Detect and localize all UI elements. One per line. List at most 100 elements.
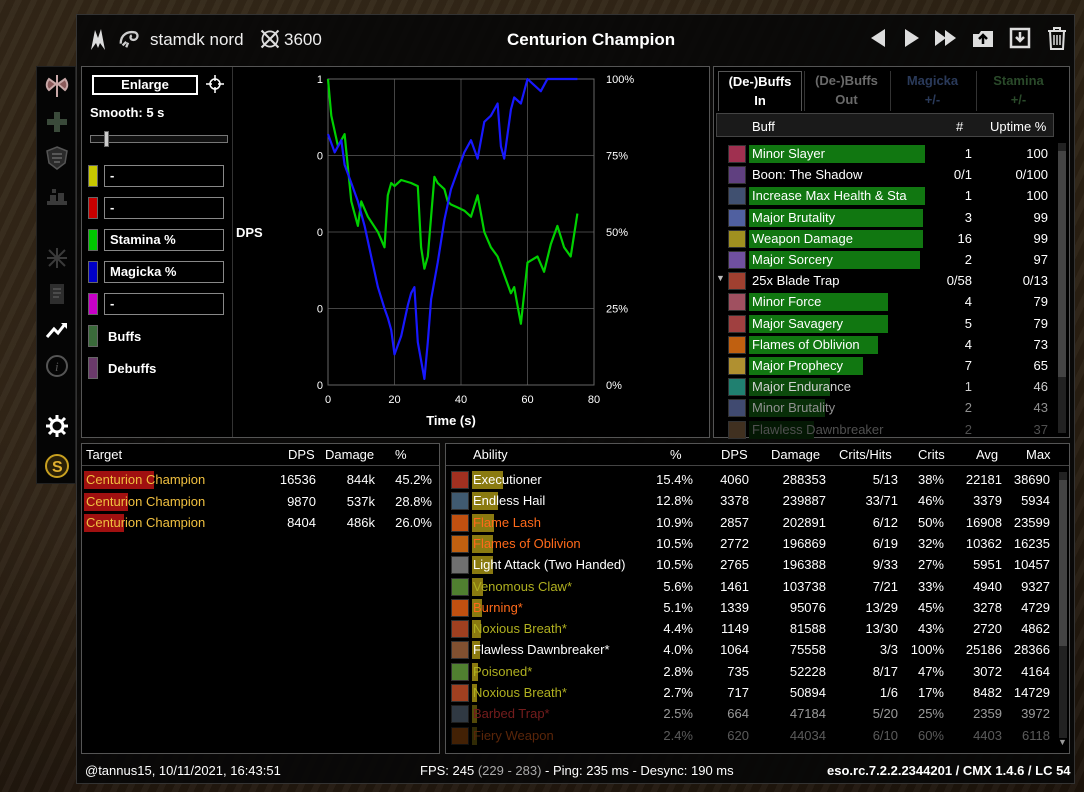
debuff-icon[interactable] bbox=[42, 243, 72, 273]
ability-col-critshits[interactable]: Crits/Hits bbox=[839, 447, 892, 462]
ability-row[interactable]: Barbed Trap* 2.5% 664 47184 5/20 25% 2359 3972 bbox=[446, 704, 1058, 724]
info-icon[interactable]: i bbox=[42, 351, 72, 381]
target-row[interactable]: Centurion Champion 9870 537k 28.8% bbox=[82, 492, 439, 512]
footer-version: eso.rc.7.2.2.2344201 / CMX 1.4.6 / LC 54 bbox=[827, 763, 1071, 778]
series-line-magicka bbox=[326, 77, 578, 380]
buff-row[interactable]: Minor Slayer 1 100 bbox=[714, 144, 1056, 164]
ability-row[interactable]: Fiery Weapon 2.4% 620 44034 6/10 60% 4403 6118 bbox=[446, 726, 1058, 746]
ability-row[interactable]: Poisoned* 2.8% 735 52228 8/17 47% 3072 4164 bbox=[446, 662, 1058, 682]
ability-row[interactable]: Executioner 15.4% 4060 288353 5/13 38% 22181 38… bbox=[446, 470, 1058, 490]
target-col-pct[interactable]: % bbox=[395, 447, 407, 462]
legend-swatch[interactable] bbox=[88, 325, 98, 347]
target-col-dps[interactable]: DPS bbox=[288, 447, 315, 462]
buff-tab-3[interactable]: Stamina +/- bbox=[976, 71, 1060, 111]
legend-series-selector[interactable]: - bbox=[104, 293, 224, 315]
crosshair-icon[interactable] bbox=[206, 75, 224, 93]
ability-row[interactable]: Flawless Dawnbreaker* 4.0% 1064 75558 3/3 100… bbox=[446, 640, 1058, 660]
ability-row[interactable]: Flame Lash 10.9% 2857 202891 6/12 50% 16908 235… bbox=[446, 513, 1058, 533]
buff-col-count[interactable]: # bbox=[956, 119, 963, 134]
shield-icon[interactable] bbox=[42, 143, 72, 173]
buff-row[interactable]: Increase Max Health & Sta 1 100 bbox=[714, 186, 1056, 206]
buff-icon bbox=[728, 229, 746, 248]
buff-row[interactable]: Major Prophecy 7 65 bbox=[714, 356, 1056, 376]
ability-row[interactable]: Light Attack (Two Handed) 10.5% 2765 196388… bbox=[446, 555, 1058, 575]
buff-col-name[interactable]: Buff bbox=[752, 119, 775, 134]
target-row[interactable]: Centurion Champion 16536 844k 45.2% bbox=[82, 470, 439, 490]
legend-swatch[interactable] bbox=[88, 261, 98, 283]
legend-swatch[interactable] bbox=[88, 197, 98, 219]
group-icon[interactable] bbox=[42, 179, 72, 209]
fast-forward-icon[interactable] bbox=[933, 25, 959, 51]
ability-col-dps[interactable]: DPS bbox=[721, 447, 748, 462]
smooth-slider-handle[interactable] bbox=[104, 131, 110, 147]
enlarge-button[interactable]: Enlarge bbox=[92, 75, 198, 95]
ability-col-max[interactable]: Max bbox=[1026, 447, 1051, 462]
buff-tab-0[interactable]: (De-)Buffs In bbox=[718, 71, 802, 111]
ability-row[interactable]: Noxious Breath* 4.4% 1149 81588 13/30 43% 2720… bbox=[446, 619, 1058, 639]
buff-uptime: 65 bbox=[1033, 358, 1048, 373]
ability-row[interactable]: Noxious Breath* 2.7% 717 50894 1/6 17% 8482 147… bbox=[446, 683, 1058, 703]
buff-row[interactable]: Major Endurance 1 46 bbox=[714, 377, 1056, 397]
buff-scrollbar-thumb[interactable] bbox=[1058, 151, 1066, 377]
buff-row[interactable]: Weapon Damage 16 99 bbox=[714, 229, 1056, 249]
target-pct: 28.8% bbox=[395, 493, 432, 509]
ability-dps: 1149 bbox=[721, 621, 749, 637]
buff-name: Minor Slayer bbox=[752, 146, 825, 161]
target-panel: Target DPS Damage % Centurion Champion 16… bbox=[81, 443, 440, 754]
axe-icon[interactable] bbox=[42, 71, 72, 101]
legend-swatch[interactable] bbox=[88, 293, 98, 315]
ability-scrollbar-thumb[interactable] bbox=[1059, 480, 1067, 646]
ability-col-pct[interactable]: % bbox=[670, 447, 682, 462]
legend-swatch[interactable] bbox=[88, 165, 98, 187]
target-col-name[interactable]: Target bbox=[86, 447, 122, 462]
upload-icon[interactable] bbox=[970, 25, 996, 51]
ability-row[interactable]: Burning* 5.1% 1339 95076 13/29 45% 3278 4729 bbox=[446, 598, 1058, 618]
scroll-down-arrow-icon[interactable]: ▼ bbox=[1058, 737, 1067, 747]
buff-row[interactable]: Major Brutality 3 99 bbox=[714, 208, 1056, 228]
buff-row[interactable]: Minor Brutality 2 43 bbox=[714, 398, 1056, 418]
gear-icon[interactable] bbox=[42, 411, 72, 441]
target-row[interactable]: Centurion Champion 8404 486k 26.0% bbox=[82, 513, 439, 533]
legend-series-selector[interactable]: Magicka % bbox=[104, 261, 224, 283]
arrow-left-icon[interactable] bbox=[865, 25, 891, 51]
buff-row[interactable]: ▼ 25x Blade Trap 0/58 0/13 bbox=[714, 271, 1056, 291]
buff-row[interactable]: Flames of Oblivion 4 73 bbox=[714, 335, 1056, 355]
buff-row[interactable]: Major Savagery 5 79 bbox=[714, 314, 1056, 334]
buff-col-uptime[interactable]: Uptime % bbox=[990, 119, 1046, 134]
buff-count: 3 bbox=[964, 209, 972, 225]
graph-icon[interactable] bbox=[42, 315, 72, 345]
buff-name: Minor Force bbox=[752, 294, 822, 310]
buff-count: 4 bbox=[964, 294, 972, 310]
legend-swatch[interactable] bbox=[88, 357, 98, 379]
ability-row[interactable]: Endless Hail 12.8% 3378 239887 33/71 46% 3379 5… bbox=[446, 491, 1058, 511]
legend-series-selector[interactable]: Stamina % bbox=[104, 229, 224, 251]
ability-col-crits[interactable]: Crits bbox=[918, 447, 945, 462]
buff-row[interactable]: Major Sorcery 2 97 bbox=[714, 250, 1056, 270]
ability-col-avg[interactable]: Avg bbox=[976, 447, 998, 462]
ability-row[interactable]: Venomous Claw* 5.6% 1461 103738 7/21 33% 4940 9… bbox=[446, 577, 1058, 597]
buff-count: 16 bbox=[957, 230, 972, 246]
buff-row[interactable]: Boon: The Shadow 0/1 0/100 bbox=[714, 165, 1056, 185]
buff-row[interactable]: Minor Force 4 79 bbox=[714, 292, 1056, 312]
ability-col-name[interactable]: Ability bbox=[473, 447, 508, 462]
buff-tab-1[interactable]: (De-)Buffs Out bbox=[804, 71, 888, 111]
heal-cross-icon[interactable] bbox=[42, 107, 72, 137]
trash-icon[interactable] bbox=[1044, 25, 1070, 51]
expand-arrow-icon[interactable]: ▼ bbox=[716, 273, 725, 283]
log-scroll-icon[interactable] bbox=[42, 279, 72, 309]
smooth-slider-track[interactable] bbox=[90, 135, 228, 143]
legend-series-selector[interactable]: - bbox=[104, 197, 224, 219]
ability-name: Flames of Oblivion bbox=[473, 535, 581, 551]
target-col-damage[interactable]: Damage bbox=[325, 447, 374, 462]
buff-row[interactable]: Flawless Dawnbreaker 2 37 bbox=[714, 420, 1056, 440]
ability-icon bbox=[451, 620, 469, 639]
legend-swatch[interactable] bbox=[88, 229, 98, 251]
buff-tab-2[interactable]: Magicka +/- bbox=[890, 71, 974, 111]
save-icon[interactable] bbox=[1007, 25, 1033, 51]
y-left-tick-label: 0 bbox=[317, 151, 323, 163]
ability-col-damage[interactable]: Damage bbox=[771, 447, 820, 462]
legend-series-selector[interactable]: - bbox=[104, 165, 224, 187]
addon-s-icon[interactable]: S bbox=[42, 451, 72, 481]
ability-row[interactable]: Flames of Oblivion 10.5% 2772 196869 6/19 32%… bbox=[446, 534, 1058, 554]
arrow-right-icon[interactable] bbox=[899, 25, 925, 51]
